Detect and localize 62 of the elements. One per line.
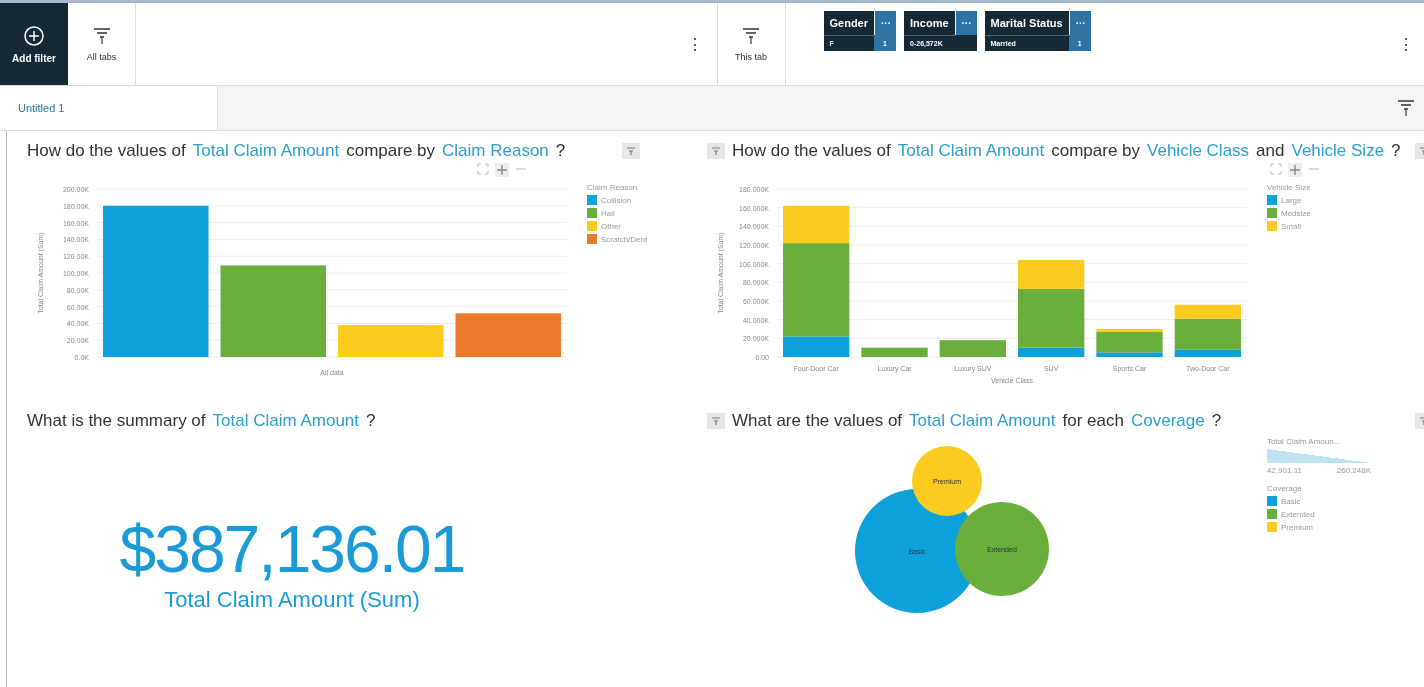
- add-icon: [23, 24, 45, 47]
- legend-label: Collision: [601, 195, 632, 205]
- title-text: ?: [366, 411, 376, 431]
- this-tab-button[interactable]: This tab: [717, 3, 786, 85]
- title-text: and: [1256, 141, 1285, 161]
- summary-value: $387,136.01: [119, 511, 465, 587]
- add-filter-button[interactable]: Add filter: [0, 3, 68, 85]
- field-link[interactable]: Total Claim Amount: [897, 141, 1045, 161]
- field-link[interactable]: Vehicle Size: [1291, 141, 1385, 161]
- more-button[interactable]: ⋮: [682, 34, 707, 54]
- fit-icon[interactable]: [1269, 163, 1282, 175]
- all-tabs-button[interactable]: All tabs: [68, 3, 136, 85]
- legend-title: Total Claim Amoun...: [1267, 437, 1342, 446]
- summary-caption: Total Claim Amount (Sum): [164, 587, 420, 613]
- title-text: How do the values of: [27, 141, 186, 161]
- title-text: What is the summary of: [27, 411, 206, 431]
- scale-max: 260,248K: [1336, 466, 1371, 475]
- filter-icon: [741, 26, 761, 46]
- filter-icon: [91, 26, 112, 46]
- filter-name: Marital Status: [989, 16, 1064, 31]
- title-text: compare by: [346, 141, 436, 161]
- title-text: ?: [1391, 141, 1401, 161]
- zoom-in-icon[interactable]: [495, 163, 509, 177]
- legend-label: Extended: [1281, 509, 1315, 519]
- legend-label: Scratch/Dent: [601, 234, 648, 244]
- legend-label: Small: [1281, 221, 1301, 231]
- filter-name: Gender: [828, 16, 869, 31]
- zoom-in-icon[interactable]: [1287, 163, 1302, 177]
- bar-segment: [861, 347, 928, 357]
- filter-icon[interactable]: [707, 413, 725, 429]
- more-button[interactable]: ⋮: [1394, 34, 1418, 54]
- field-link[interactable]: Total Claim Amount: [909, 411, 1056, 431]
- field-link[interactable]: Total Claim Amount: [212, 411, 359, 431]
- title-text: How do the values of: [732, 141, 891, 161]
- field-link[interactable]: Claim Reason: [442, 141, 549, 161]
- filter-name: Income: [909, 16, 950, 31]
- title-text: ?: [555, 141, 566, 161]
- filter-icon[interactable]: [622, 143, 640, 159]
- bar-segment: [939, 340, 1006, 357]
- legend-title: Coverage: [1267, 484, 1303, 493]
- filter-icon[interactable]: [707, 143, 725, 159]
- field-link[interactable]: Vehicle Class: [1147, 141, 1250, 161]
- filter-icon: [1396, 98, 1416, 118]
- legend-title: Vehicle Size: [1267, 183, 1311, 192]
- field-link[interactable]: Coverage: [1131, 411, 1205, 431]
- field-link[interactable]: Total Claim Amount: [192, 141, 340, 161]
- title-text: ?: [1211, 411, 1222, 431]
- title-text: What are the values of: [732, 411, 903, 431]
- legend-label: Other: [601, 221, 621, 231]
- title-text: for each: [1062, 411, 1124, 431]
- legend-label: Large: [1281, 195, 1302, 205]
- fit-icon[interactable]: [477, 163, 489, 175]
- legend-label: Medsize: [1281, 208, 1311, 218]
- legend-title: Claim Reason: [587, 183, 639, 192]
- title-text: compare by: [1051, 141, 1141, 161]
- filter-menu-button[interactable]: ···: [954, 11, 977, 35]
- legend-label: Basic: [1281, 496, 1301, 506]
- filter-menu-button[interactable]: ···: [874, 11, 896, 35]
- filter-menu-button[interactable]: ···: [1068, 11, 1091, 35]
- scale-min: 42,901.11: [1267, 466, 1302, 475]
- legend-label: Premium: [1281, 522, 1313, 532]
- legend-label: Hail: [601, 208, 615, 218]
